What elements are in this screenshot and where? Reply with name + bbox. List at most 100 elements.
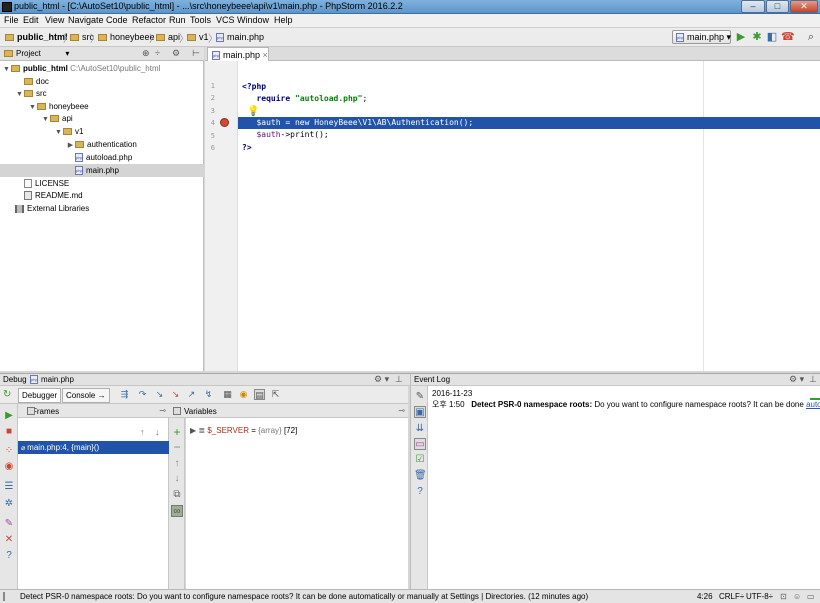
listen-debug-icon[interactable]: ☎ — [781, 31, 795, 43]
event-link[interactable]: autom — [806, 400, 820, 409]
tree-item-authentication[interactable]: ▶ authentication — [0, 138, 204, 151]
hide-icon[interactable]: ⊢ — [192, 48, 200, 59]
tab-console[interactable]: Console → — [62, 388, 110, 403]
expand-icon[interactable]: ⊸ — [398, 406, 405, 415]
event-log-icon[interactable]: ▭ — [807, 592, 815, 601]
evaluate-expression-icon[interactable]: ▦ — [222, 389, 233, 400]
show-execution-point-icon[interactable]: ⇶ — [119, 389, 130, 400]
lightbulb-icon[interactable]: 💡 — [247, 106, 259, 117]
tree-item-readme[interactable]: README.md — [0, 189, 204, 202]
settings-icon[interactable]: ☑ — [414, 454, 426, 466]
toggle-tool-windows-icon[interactable] — [3, 592, 5, 601]
close-tab-icon[interactable]: × — [263, 50, 268, 60]
breadcrumb-v1[interactable]: v1 — [187, 32, 209, 42]
frame-item-main[interactable]: ⌀ main.php:4, {main}() — [18, 441, 169, 454]
view-breakpoints-icon[interactable]: ⁘ — [3, 445, 15, 457]
tree-item-api[interactable]: ▼ api — [0, 112, 204, 125]
search-icon[interactable]: ⌕ — [805, 31, 817, 43]
step-out-icon[interactable]: ↗ — [186, 389, 197, 400]
trash-icon[interactable]: 🗑 — [414, 470, 427, 482]
minimize-button[interactable]: – — [741, 0, 765, 13]
add-watch-icon[interactable]: + — [171, 426, 183, 438]
hide-icon[interactable]: ⊥ — [395, 374, 403, 385]
arrow-up-icon[interactable]: ↑ — [140, 427, 145, 437]
breadcrumb-api[interactable]: api — [156, 32, 180, 42]
code-editor[interactable]: 1 2 3 4 5 6 💡 <?php require "autoload.ph… — [205, 61, 820, 371]
tree-item-external-libraries[interactable]: External Libraries — [0, 202, 204, 215]
help-icon[interactable]: ? — [414, 486, 426, 498]
menu-help[interactable]: Help — [274, 15, 293, 25]
run-icon[interactable]: ▶ — [735, 31, 747, 43]
menu-code[interactable]: Code — [106, 15, 128, 25]
maximize-button[interactable]: □ — [766, 0, 789, 13]
run-configuration-select[interactable]: php main.php ▾ — [672, 30, 731, 44]
menu-file[interactable]: File — [4, 15, 19, 25]
gear-icon[interactable]: ✲ — [3, 498, 15, 510]
line-separator[interactable]: CRLF÷ — [719, 592, 744, 601]
run-to-cursor-icon[interactable]: ↯ — [203, 389, 214, 400]
menu-view[interactable]: View — [45, 15, 64, 25]
rerun-icon[interactable]: ↻ — [3, 389, 11, 400]
arrow-down-icon[interactable]: ↓ — [171, 473, 183, 485]
gear-icon[interactable]: ⚙ ▾ — [789, 374, 804, 385]
hide-icon[interactable]: ⊥ — [809, 374, 817, 385]
mark-all-read-icon[interactable]: ▭ — [414, 438, 426, 450]
remove-watch-icon[interactable]: − — [171, 441, 183, 453]
force-step-into-icon[interactable]: ↘ — [170, 389, 181, 400]
scroll-to-end-icon[interactable]: ⇊ — [414, 423, 426, 435]
restore-layout-icon[interactable]: ▤ — [254, 389, 265, 400]
collapse-icon[interactable]: ÷ — [155, 48, 160, 58]
soft-wrap-icon[interactable]: ▣ — [414, 406, 426, 418]
copy-icon[interactable]: ⧉ — [171, 489, 183, 501]
menu-run[interactable]: Run — [169, 15, 186, 25]
pin-icon[interactable]: ✎ — [3, 518, 15, 530]
menu-vcs[interactable]: VCS — [216, 15, 235, 25]
tree-item-v1[interactable]: ▼ v1 — [0, 125, 204, 138]
breakpoint-icon[interactable] — [220, 118, 229, 127]
hector-icon[interactable]: ☺ — [793, 592, 801, 601]
tree-item-src[interactable]: ▼ src — [0, 87, 204, 100]
breadcrumb-honeybeee[interactable]: honeybeee — [98, 32, 155, 42]
settings-icon[interactable]: ⇱ — [270, 389, 281, 400]
coverage-icon[interactable]: ◧ — [766, 31, 778, 43]
menu-window[interactable]: Window — [237, 15, 269, 25]
arrow-down-icon[interactable]: ↓ — [155, 427, 160, 437]
step-over-icon[interactable]: ↷ — [137, 389, 148, 400]
stop-icon[interactable]: ■ — [3, 426, 15, 438]
expand-arrow-icon[interactable]: ▶ — [190, 426, 196, 435]
debug-icon[interactable]: ✱ — [751, 31, 763, 43]
menu-refactor[interactable]: Refactor — [132, 15, 166, 25]
layout-icon[interactable]: ☰ — [3, 481, 15, 493]
file-encoding[interactable]: UTF-8÷ — [746, 592, 773, 601]
gear-icon[interactable]: ⚙ ▾ — [374, 374, 389, 385]
project-view-select[interactable]: Project ▾ — [4, 49, 69, 58]
tree-item-main-php[interactable]: php main.php — [0, 164, 204, 177]
show-watches-icon[interactable]: ∞ — [171, 505, 183, 517]
breadcrumb-public-html[interactable]: public_html — [5, 32, 68, 42]
menu-navigate[interactable]: Navigate — [68, 15, 104, 25]
tree-item-autoload-php[interactable]: php autoload.php — [0, 151, 204, 164]
lock-icon[interactable]: ⊡ — [780, 592, 787, 601]
arrow-up-icon[interactable]: ↑ — [171, 458, 183, 470]
mute-breakpoints-icon[interactable]: ◉ — [3, 461, 15, 473]
close-button[interactable]: ✕ — [790, 0, 818, 13]
menu-edit[interactable]: Edit — [23, 15, 39, 25]
pin-icon[interactable]: ✎ — [414, 391, 426, 403]
tab-debugger[interactable]: Debugger — [18, 388, 62, 403]
resume-icon[interactable]: ▶ — [3, 410, 15, 422]
watch-icon[interactable]: ◉ — [238, 389, 249, 400]
sync-icon[interactable]: ⊕ — [142, 48, 150, 59]
help-icon[interactable]: ? — [3, 550, 15, 562]
variable-server[interactable]: ▶ ≣ $_SERVER = {array} [72] — [190, 426, 297, 435]
menu-tools[interactable]: Tools — [190, 15, 211, 25]
breadcrumb-main-php[interactable]: php main.php — [216, 32, 264, 43]
status-message[interactable]: Detect PSR-0 namespace roots: Do you wan… — [20, 592, 588, 601]
close-icon[interactable]: ✕ — [3, 534, 15, 546]
step-into-icon[interactable]: ↘ — [154, 389, 165, 400]
gear-icon[interactable]: ⚙ — [172, 48, 180, 59]
editor-gutter[interactable]: 1 2 3 4 5 6 — [205, 61, 238, 371]
caret-position[interactable]: 4:26 — [697, 592, 713, 601]
debug-session-tab[interactable]: php main.php — [30, 375, 74, 385]
expand-icon[interactable]: ⊸ — [159, 406, 166, 415]
editor-tab-main-php[interactable]: php main.php × — [207, 47, 269, 61]
